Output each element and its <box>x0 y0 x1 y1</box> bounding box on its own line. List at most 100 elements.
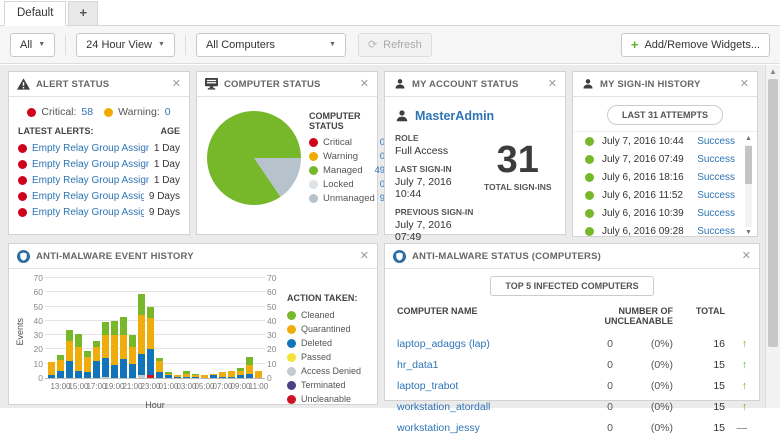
am-table-body: laptop_adaggs (lap)0(0%)16↑hr_data10(0%)… <box>397 333 747 438</box>
bar-03:00[interactable] <box>183 371 190 378</box>
signin-result-link[interactable]: Success <box>697 136 735 147</box>
last-attempts-button[interactable]: LAST 31 ATTEMPTS <box>607 105 723 125</box>
signin-result-link[interactable]: Success <box>697 172 735 183</box>
bar-05:00[interactable] <box>201 375 208 378</box>
close-icon[interactable]: ✕ <box>360 79 369 90</box>
alert-link[interactable]: Empty Relay Group Assigned - dir... <box>32 207 144 218</box>
legend-item: Deleted <box>287 336 367 350</box>
segment-cleaned <box>129 335 136 346</box>
bar-02:00[interactable] <box>174 375 181 378</box>
scrollbar-thumb[interactable] <box>768 79 778 347</box>
computer-name-link[interactable]: hr_data1 <box>397 359 553 371</box>
col-total[interactable]: TOTAL <box>673 306 725 326</box>
top-infected-button[interactable]: TOP 5 INFECTED COMPUTERS <box>490 276 653 296</box>
computer-name-link[interactable]: workstation_atordall <box>397 401 553 413</box>
bar-13:00[interactable] <box>57 355 64 378</box>
signin-result-link[interactable]: Success <box>697 208 735 219</box>
alert-link[interactable]: Empty Relay Group Assigned - CA... <box>32 175 149 186</box>
bar-19:00[interactable] <box>111 321 118 378</box>
signin-result-link[interactable]: Success <box>697 154 735 165</box>
bar-23:00[interactable] <box>147 307 154 378</box>
bar-16:00[interactable] <box>84 351 91 378</box>
x-axis-ticks: 13:0015:0017:0019:0021:0023:0001:0003:00… <box>45 382 265 392</box>
bar-22:00[interactable] <box>138 294 145 378</box>
y-tick: 20 <box>267 344 276 354</box>
col-computer-name[interactable]: COMPUTER NAME <box>397 306 553 326</box>
role-value: Full Access <box>395 145 481 157</box>
bar-01:00[interactable] <box>165 372 172 378</box>
uncleanable-pct: (0%) <box>613 359 673 371</box>
bar-06:00[interactable] <box>210 374 217 378</box>
col-number-uncleanable[interactable]: NUMBER OF UNCLEANABLE <box>553 306 673 326</box>
plus-icon: + <box>631 37 639 52</box>
time-range-dropdown[interactable]: 24 Hour View ▼ <box>76 33 175 57</box>
chevron-down-icon: ▼ <box>38 41 45 48</box>
scroll-up-icon[interactable]: ▲ <box>743 134 754 144</box>
critical-dot-icon <box>18 176 27 185</box>
close-icon[interactable]: ✕ <box>360 251 369 262</box>
warning-dot-icon <box>104 108 113 117</box>
widget-account-status: MY ACCOUNT STATUS ✕ MasterAdmin ROLE Ful… <box>384 71 566 235</box>
close-icon[interactable]: ✕ <box>742 251 751 262</box>
signin-date: July 7, 2016 07:49 <box>602 154 689 165</box>
bar-14:00[interactable] <box>66 330 73 378</box>
segment-access-denied <box>138 375 145 378</box>
widget-title: ANTI-MALWARE EVENT HISTORY <box>36 251 354 262</box>
critical-count[interactable]: 58 <box>81 106 93 118</box>
bar-20:00[interactable] <box>120 317 127 378</box>
user-icon <box>395 109 409 123</box>
segment-deleted <box>102 358 109 377</box>
alert-link[interactable]: Empty Relay Group Assigned - 19... <box>32 143 149 154</box>
close-icon[interactable]: ✕ <box>740 79 749 90</box>
bar-09:00[interactable] <box>237 368 244 378</box>
scrollbar-thumb[interactable] <box>745 146 752 184</box>
bar-12:00[interactable] <box>48 362 55 378</box>
segment-deleted <box>75 371 82 378</box>
computer-name-link[interactable]: laptop_trabot <box>397 380 553 392</box>
computer-name-link[interactable]: workstation_jessy <box>397 422 553 434</box>
y-tick: 70 <box>34 273 43 283</box>
bar-04:00[interactable] <box>192 374 199 378</box>
scroll-up-icon[interactable]: ▲ <box>766 65 780 78</box>
bar-17:00[interactable] <box>93 341 100 378</box>
warning-count[interactable]: 0 <box>165 106 171 118</box>
refresh-button[interactable]: ⟳ Refresh <box>358 33 432 57</box>
table-row: workstation_jessy0(0%)15— <box>397 417 747 438</box>
bar-00:00[interactable] <box>156 358 163 378</box>
segment-quarantined <box>255 371 262 378</box>
account-username[interactable]: MasterAdmin <box>395 109 555 123</box>
tab-bar: Default + <box>0 0 780 26</box>
success-dot-icon <box>585 173 594 182</box>
bar-07:00[interactable] <box>219 372 226 378</box>
success-dot-icon <box>585 137 594 146</box>
segment-quarantined <box>120 335 127 359</box>
close-icon[interactable]: ✕ <box>548 79 557 90</box>
bar-10:00[interactable] <box>246 357 253 378</box>
close-icon[interactable]: ✕ <box>172 79 181 90</box>
bar-08:00[interactable] <box>228 371 235 378</box>
bar-18:00[interactable] <box>102 322 109 378</box>
add-tab-button[interactable]: + <box>68 1 98 25</box>
widget-am-status: ANTI-MALWARE STATUS (COMPUTERS) ✕ TOP 5 … <box>384 243 760 401</box>
segment-quarantined <box>201 375 208 378</box>
computer-status-pie-chart[interactable] <box>207 111 301 205</box>
scroll-down-icon[interactable]: ▼ <box>743 228 754 238</box>
signin-result-link[interactable]: Success <box>697 190 735 201</box>
segment-deleted <box>210 375 217 378</box>
bars-container <box>45 279 265 378</box>
alert-link[interactable]: Empty Relay Group Assigned - CA... <box>32 159 149 170</box>
bar-21:00[interactable] <box>129 335 136 378</box>
alert-link[interactable]: Empty Relay Group Assigned - dir... <box>32 191 144 202</box>
scope-dropdown[interactable]: All ▼ <box>10 33 55 57</box>
page-scrollbar[interactable]: ▲ <box>765 65 780 408</box>
signin-list-scrollbar[interactable]: ▲ ▼ <box>743 134 754 238</box>
add-remove-widgets-button[interactable]: + Add/Remove Widgets... <box>621 33 770 57</box>
pie-legend-title: COMPUTER STATUS <box>309 111 385 131</box>
computer-name-link[interactable]: laptop_adaggs (lap) <box>397 338 553 350</box>
computers-dropdown[interactable]: All Computers ▼ <box>196 33 346 57</box>
bar-15:00[interactable] <box>75 334 82 378</box>
tab-default[interactable]: Default <box>4 1 66 26</box>
signin-result-link[interactable]: Success <box>697 226 735 237</box>
bar-11:00[interactable] <box>255 371 262 378</box>
segment-quarantined <box>102 335 109 358</box>
